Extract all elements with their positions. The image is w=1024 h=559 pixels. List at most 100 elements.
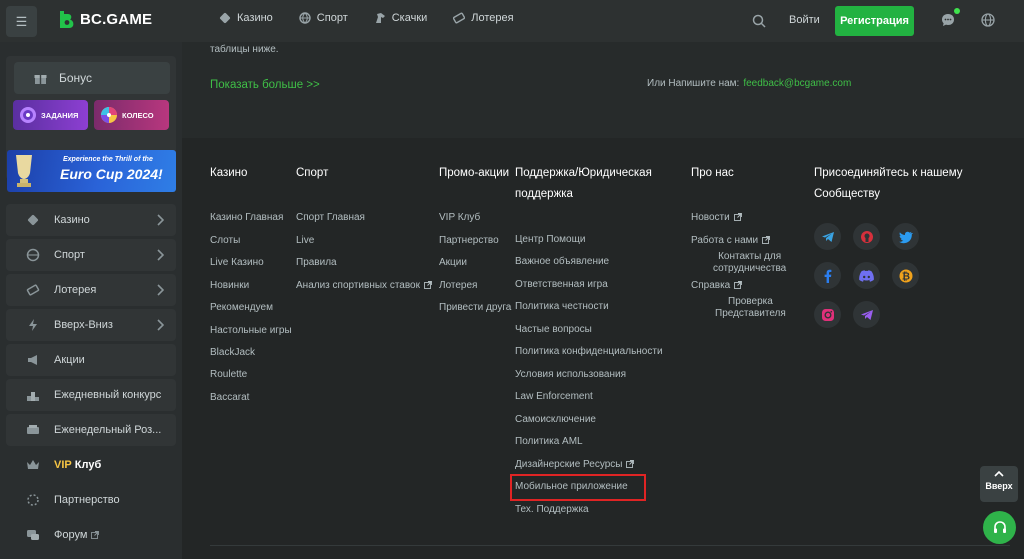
sidebar-item-updown[interactable]: Вверх-Вниз xyxy=(6,309,176,341)
footer-link[interactable]: Казино Главная xyxy=(210,212,283,223)
sidebar-item-forum[interactable]: Форум xyxy=(6,519,176,551)
nav-horse-racing[interactable]: Скачки xyxy=(374,12,427,24)
footer-link[interactable]: Слоты xyxy=(210,235,240,246)
contact-email-link[interactable]: feedback@bcgame.com xyxy=(743,78,851,89)
footer-link[interactable]: Самоисключение xyxy=(515,414,596,425)
chevron-right-icon xyxy=(157,249,164,261)
footer-link[interactable]: Новинки xyxy=(210,280,249,291)
notification-dot xyxy=(954,8,960,14)
nav-lottery[interactable]: Лотерея xyxy=(453,12,514,24)
footer-link[interactable]: Политика честности xyxy=(515,301,609,312)
footer-link-partnership-contacts[interactable]: Контакты для сотрудничества xyxy=(713,251,786,275)
footer-link[interactable]: Live Казино xyxy=(210,257,264,268)
bitcoin-icon[interactable]: ₿ xyxy=(892,262,919,289)
footer-link[interactable]: Условия использования xyxy=(515,369,626,380)
sidebar-item-partnership[interactable]: Партнерство xyxy=(6,484,176,516)
footer-col-sport: Спорт xyxy=(296,138,328,184)
sidebar-item-promotions[interactable]: Акции xyxy=(6,344,176,376)
logo[interactable]: BC.GAME xyxy=(58,10,152,29)
footer-link[interactable]: Лотерея xyxy=(439,280,477,291)
footer-link[interactable]: Live xyxy=(296,235,314,246)
sidebar-item-lottery[interactable]: Лотерея xyxy=(6,274,176,306)
gift-icon xyxy=(34,74,47,84)
tasks-button[interactable]: ЗАДАНИЯ xyxy=(13,100,88,130)
footer-link[interactable]: Политика конфиденциальности xyxy=(515,346,663,357)
register-button[interactable]: Регистрация xyxy=(835,6,914,36)
sidebar-nav: Казино Спорт Лотерея Вверх-Вниз Акции Еж… xyxy=(6,204,176,554)
footer-col-title: Присоединяйтесь к нашему xyxy=(814,167,963,179)
sidebar-item-casino[interactable]: Казино xyxy=(6,204,176,236)
table-note-text: таблицы ниже. xyxy=(210,44,279,55)
external-link-icon xyxy=(734,281,743,289)
casino-icon xyxy=(219,12,231,24)
scroll-to-top-button[interactable]: Вверх xyxy=(980,466,1018,502)
instagram-icon[interactable] xyxy=(814,301,841,328)
discord-icon[interactable] xyxy=(853,262,880,289)
footer-link[interactable]: Спорт Главная xyxy=(296,212,365,223)
github-icon[interactable] xyxy=(853,223,880,250)
podium-icon xyxy=(26,388,40,402)
footer-link[interactable]: Рекомендуем xyxy=(210,302,273,313)
menu-button[interactable]: ☰ xyxy=(6,6,37,37)
footer-link[interactable]: Дизайнерские Ресурсы xyxy=(515,459,635,470)
footer-link[interactable]: VIP Клуб xyxy=(439,212,480,223)
footer-link[interactable]: Частые вопросы xyxy=(515,324,592,335)
sidebar-item-label: Лотерея xyxy=(54,284,97,296)
footer-link[interactable]: BlackJack xyxy=(210,347,255,358)
nav-sport[interactable]: Спорт xyxy=(299,12,348,24)
footer-link-jobs[interactable]: Работа с нами xyxy=(691,235,771,246)
sidebar-item-weekly-raffle[interactable]: Еженедельный Роз... xyxy=(6,414,176,446)
nav-casino[interactable]: Казино xyxy=(219,12,273,24)
footer-link[interactable]: Анализ спортивных ставок xyxy=(296,280,432,291)
footer-link[interactable]: Roulette xyxy=(210,369,247,380)
wheel-button[interactable]: КОЛЕСО xyxy=(94,100,169,130)
support-chat-button[interactable] xyxy=(983,511,1016,544)
footer-link-label: Справка xyxy=(691,280,731,291)
ticket-icon xyxy=(26,423,40,437)
footer-link[interactable]: Тех. Поддержка xyxy=(515,504,589,515)
footer-link[interactable]: Важное объявление xyxy=(515,256,609,267)
tasks-icon xyxy=(20,107,36,123)
twitter-icon[interactable] xyxy=(892,223,919,250)
sidebar-item-label: Партнерство xyxy=(54,494,120,506)
footer-link-news[interactable]: Новости xyxy=(691,212,742,223)
sidebar-item-daily-contest[interactable]: Ежедневный конкурс xyxy=(6,379,176,411)
footer-link-help[interactable]: Справка xyxy=(691,280,743,291)
promo-subtitle: Experience the Thrill of the xyxy=(63,156,153,163)
telegram-channel-icon[interactable] xyxy=(853,301,880,328)
footer-link[interactable]: Партнерство xyxy=(439,235,499,246)
footer-link[interactable]: Политика AML xyxy=(515,436,583,447)
scroll-to-top-label: Вверх xyxy=(985,481,1013,491)
footer-link-verify[interactable]: Проверка Представителя xyxy=(715,296,786,320)
top-bar: ☰ BC.GAME Казино Спорт Скачки Лотерея Во… xyxy=(0,0,1024,42)
footer-link[interactable]: Настольные игры xyxy=(210,325,292,336)
footer-link-label: Новости xyxy=(691,212,730,223)
highlight-box xyxy=(510,474,646,501)
telegram-icon[interactable] xyxy=(814,223,841,250)
footer-col-title: Спорт xyxy=(296,167,329,179)
chat-icon[interactable] xyxy=(941,13,955,27)
login-button[interactable]: Войти xyxy=(789,14,820,26)
footer-col-title: поддержка xyxy=(515,188,573,200)
footer-link-label: Дизайнерские Ресурсы xyxy=(515,459,623,470)
footer-link[interactable]: Law Enforcement xyxy=(515,391,593,402)
sidebar-item-vip-club[interactable]: VIP Клуб xyxy=(6,449,176,481)
bonus-button[interactable]: Бонус xyxy=(14,62,170,94)
footer-link[interactable]: Ответственная игра xyxy=(515,279,608,290)
footer-link[interactable]: Baccarat xyxy=(210,392,249,403)
footer-link[interactable]: Акции xyxy=(439,257,467,268)
external-link-icon xyxy=(91,531,100,539)
footer-col-casino: Казино xyxy=(210,138,247,184)
footer-col-promo: Промо-акции xyxy=(439,138,509,184)
footer-link[interactable]: Привести друга xyxy=(439,302,511,313)
show-more-link[interactable]: Показать больше >> xyxy=(210,79,320,91)
logo-icon xyxy=(60,11,74,28)
sidebar-item-sport[interactable]: Спорт xyxy=(6,239,176,271)
footer-col-title: Про нас xyxy=(691,167,734,179)
euro-cup-banner[interactable]: Experience the Thrill of the Euro Cup 20… xyxy=(7,150,176,192)
footer-link[interactable]: Центр Помощи xyxy=(515,234,585,245)
globe-icon[interactable] xyxy=(981,13,995,27)
facebook-icon[interactable] xyxy=(814,262,841,289)
search-icon[interactable] xyxy=(752,14,766,28)
footer-link[interactable]: Правила xyxy=(296,257,337,268)
